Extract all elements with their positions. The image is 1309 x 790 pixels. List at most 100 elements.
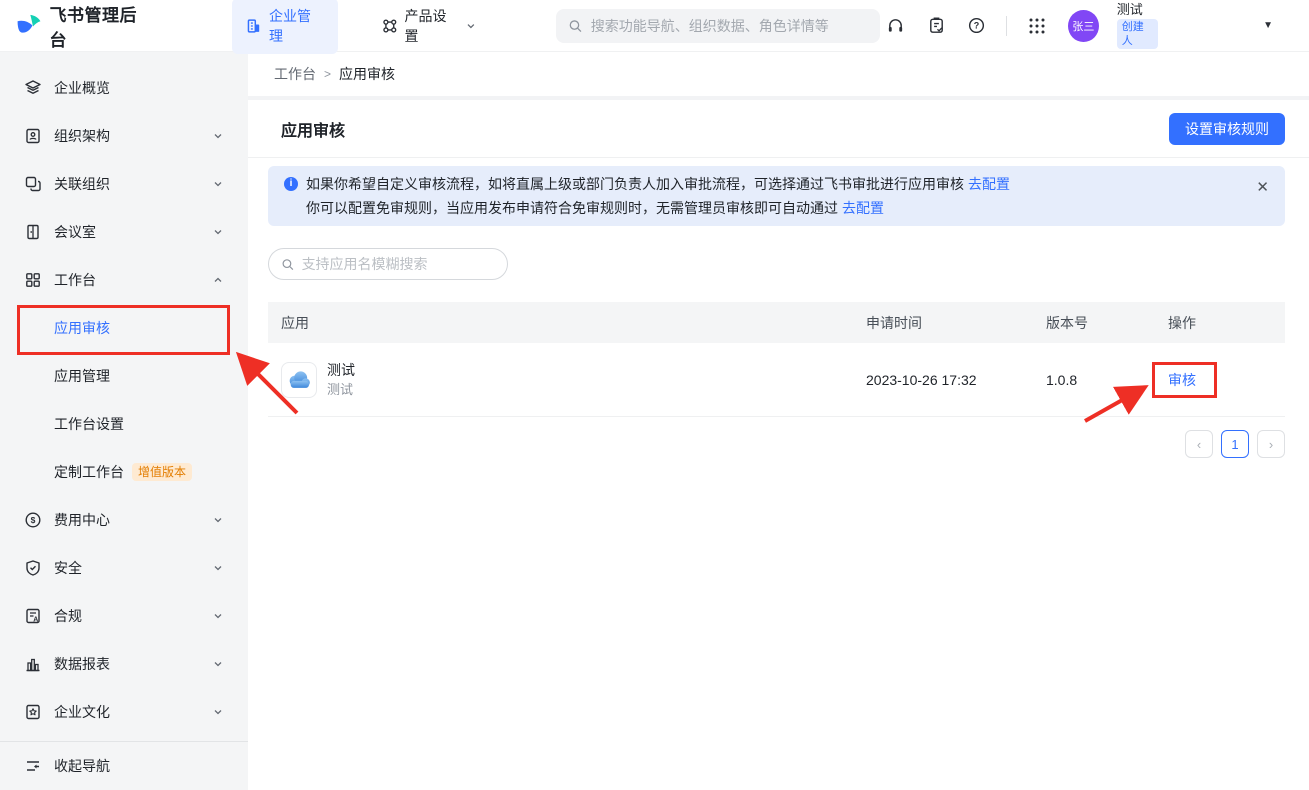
search-icon <box>281 257 295 272</box>
sidebar-item-billing-center[interactable]: $ 费用中心 <box>0 496 248 544</box>
nav-product-settings[interactable]: 产品设置 <box>368 0 490 54</box>
sidebar-item-org-structure[interactable]: 组织架构 <box>0 112 248 160</box>
layers-icon <box>24 79 42 97</box>
app-logo: 飞书管理后台 <box>16 1 152 51</box>
breadcrumb-parent[interactable]: 工作台 <box>274 64 316 84</box>
currency-circle-icon: $ <box>24 511 42 529</box>
column-header-action: 操作 <box>1155 313 1285 333</box>
chevron-down-icon <box>212 610 224 622</box>
review-action-link[interactable]: 审核 <box>1168 372 1196 388</box>
building-icon <box>246 18 262 34</box>
culture-star-icon <box>24 703 42 721</box>
app-title: 飞书管理后台 <box>49 1 152 51</box>
banner-configure-link-2[interactable]: 去配置 <box>842 200 884 216</box>
banner-close-icon[interactable]: ✕ <box>1256 176 1269 200</box>
chevron-down-icon <box>212 706 224 718</box>
breadcrumb-separator-icon: > <box>324 67 331 81</box>
bar-chart-icon <box>24 655 42 673</box>
sidebar-item-compliance[interactable]: A 合规 <box>0 592 248 640</box>
pagination-next-button[interactable]: › <box>1257 430 1285 458</box>
banner-configure-link-1[interactable]: 去配置 <box>968 176 1010 192</box>
chevron-down-icon <box>212 226 224 238</box>
sidebar-item-label: 费用中心 <box>54 510 212 530</box>
svg-text:$: $ <box>31 515 36 525</box>
table-row: 测试 测试 2023-10-26 17:32 1.0.8 审核 <box>268 343 1285 417</box>
breadcrumb-current: 应用审核 <box>339 64 395 84</box>
chevron-down-icon <box>212 130 224 142</box>
app-description: 测试 <box>327 382 355 398</box>
sidebar-item-corporate-culture[interactable]: 企业文化 <box>0 688 248 736</box>
column-header-apply-time: 申请时间 <box>853 313 1033 333</box>
avatar[interactable]: 张三 <box>1068 10 1099 42</box>
set-review-rules-button[interactable]: 设置审核规则 <box>1169 113 1285 145</box>
sidebar-item-security[interactable]: 安全 <box>0 544 248 592</box>
sidebar-item-label: 企业文化 <box>54 702 212 722</box>
banner-line1-text: 如果你希望自定义审核流程，如将直属上级或部门负责人加入审批流程，可选择通过飞书审… <box>306 176 964 192</box>
app-cell: 测试 测试 <box>268 362 853 398</box>
sidebar-item-data-reports[interactable]: 数据报表 <box>0 640 248 688</box>
pagination: ‹ 1 › <box>268 430 1285 458</box>
feedback-button[interactable] <box>921 10 952 42</box>
shield-check-icon <box>24 559 42 577</box>
sidebar-subitem-custom-workbench[interactable]: 定制工作台 增值版本 <box>0 448 248 496</box>
collapse-nav-icon <box>24 757 42 775</box>
sidebar-item-label: 关联组织 <box>54 174 212 194</box>
banner-line1: 如果你希望自定义审核流程，如将直属上级或部门负责人加入审批流程，可选择通过飞书审… <box>306 172 1010 196</box>
page-header: 应用审核 设置审核规则 <box>248 100 1309 158</box>
topbar-divider <box>1006 16 1007 36</box>
info-icon: i <box>284 177 298 191</box>
clipboard-check-icon <box>927 16 946 35</box>
compliance-doc-icon: A <box>24 607 42 625</box>
chevron-down-icon <box>212 562 224 574</box>
help-button[interactable]: ? <box>962 10 993 42</box>
sidebar-subitem-label: 定制工作台 <box>54 462 124 482</box>
account-caret-icon[interactable]: ▼ <box>1263 20 1273 31</box>
premium-badge: 增值版本 <box>132 463 192 481</box>
sidebar-subitem-app-management[interactable]: 应用管理 <box>0 352 248 400</box>
sidebar-item-linked-orgs[interactable]: 关联组织 <box>0 160 248 208</box>
sidebar-item-label: 组织架构 <box>54 126 212 146</box>
sidebar-subitem-app-review[interactable]: 应用审核 <box>0 304 248 352</box>
app-name-block: 测试 测试 <box>327 362 355 398</box>
feishu-logo-icon <box>16 13 41 39</box>
page-title: 应用审核 <box>281 117 345 141</box>
sidebar-subitem-workbench-settings[interactable]: 工作台设置 <box>0 400 248 448</box>
apply-time-cell: 2023-10-26 17:32 <box>853 372 1033 388</box>
info-banner: i 如果你希望自定义审核流程，如将直属上级或部门负责人加入审批流程，可选择通过飞… <box>268 166 1285 226</box>
app-search[interactable] <box>268 248 508 280</box>
nav-enterprise-admin[interactable]: 企业管理 <box>232 0 337 54</box>
collapse-nav-label: 收起导航 <box>54 756 110 776</box>
sidebar: 企业概览 组织架构 关联组织 会议室 <box>0 52 248 790</box>
app-search-input[interactable] <box>302 256 495 272</box>
banner-line2: 你可以配置免审规则，当应用发布申请符合免审规则时，无需管理员审核即可自动通过去配… <box>284 196 1245 220</box>
sidebar-subitem-label: 工作台设置 <box>54 414 124 434</box>
chevron-down-icon <box>212 514 224 526</box>
version-cell: 1.0.8 <box>1033 372 1155 388</box>
sidebar-item-workbench[interactable]: 工作台 <box>0 256 248 304</box>
table-header: 应用 申请时间 版本号 操作 <box>268 302 1285 343</box>
sidebar-item-meeting-rooms[interactable]: 会议室 <box>0 208 248 256</box>
collapse-nav-button[interactable]: 收起导航 <box>0 741 248 790</box>
svg-text:?: ? <box>974 21 980 31</box>
support-headset-button[interactable] <box>880 10 911 42</box>
pagination-page-1[interactable]: 1 <box>1221 430 1249 458</box>
help-icon: ? <box>967 16 986 35</box>
nav-product-label: 产品设置 <box>404 6 459 46</box>
global-search[interactable] <box>556 9 880 43</box>
chevron-up-icon <box>212 274 224 286</box>
chevron-down-icon <box>212 658 224 670</box>
chevron-down-icon <box>212 178 224 190</box>
breadcrumb: 工作台 > 应用审核 <box>248 52 1309 96</box>
sidebar-subitem-label: 应用管理 <box>54 366 110 386</box>
main-content: 工作台 > 应用审核 应用审核 设置审核规则 i 如果你希望自定义审核流程，如将… <box>248 52 1309 790</box>
apps-grid-button[interactable] <box>1021 10 1052 42</box>
user-name: 测试 <box>1117 2 1158 17</box>
global-search-input[interactable] <box>591 18 868 34</box>
user-info: 测试 创建人 <box>1117 2 1158 49</box>
app-review-card: 应用审核 设置审核规则 i 如果你希望自定义审核流程，如将直属上级或部门负责人加… <box>248 100 1309 790</box>
nav-enterprise-label: 企业管理 <box>269 6 324 46</box>
sidebar-item-enterprise-overview[interactable]: 企业概览 <box>0 64 248 112</box>
user-role-badge: 创建人 <box>1117 19 1158 49</box>
pagination-prev-button[interactable]: ‹ <box>1185 430 1213 458</box>
avatar-text: 张三 <box>1072 18 1094 34</box>
